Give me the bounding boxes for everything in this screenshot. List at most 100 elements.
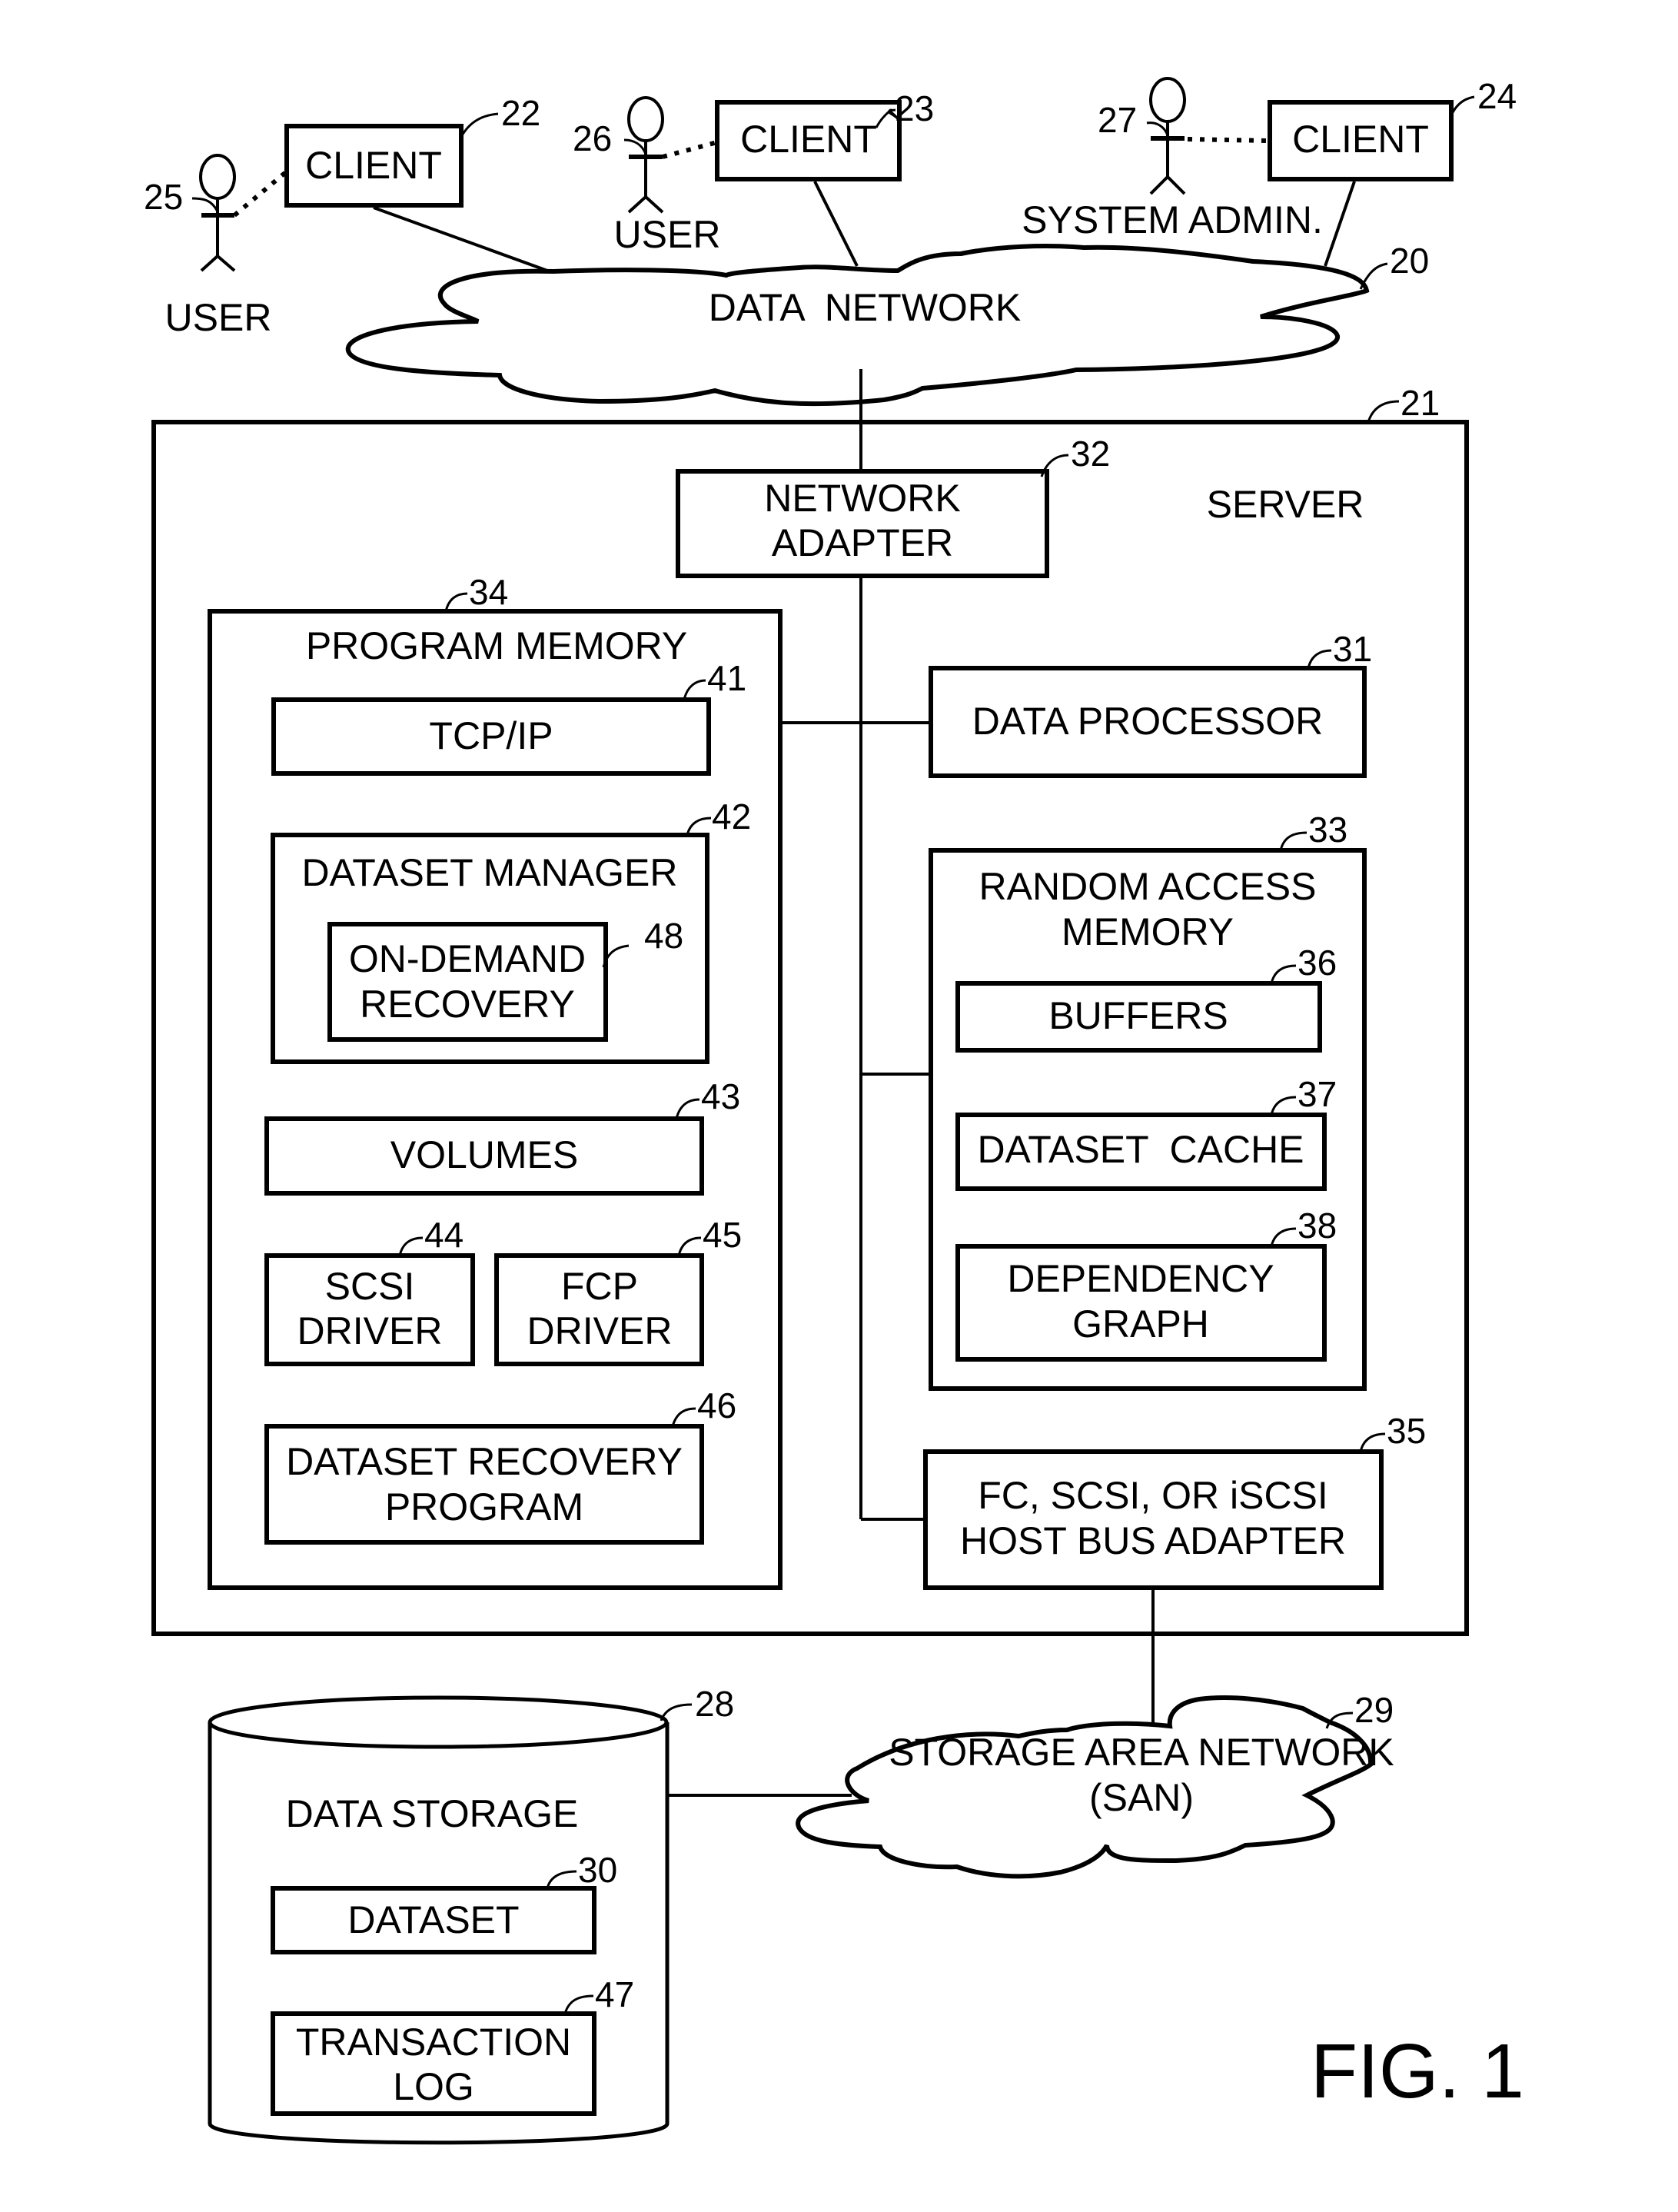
network-adapter-line-2: ADAPTER [772,521,953,564]
leader-line [623,138,647,155]
san-line-2: (SAN) [1089,1776,1194,1819]
client-24-network-link [1324,181,1356,267]
ref-number: 20 [1390,241,1429,281]
ref-number: 28 [695,1684,734,1724]
leader-line [563,1994,594,2014]
ram-line-1: RANDOM ACCESS [979,865,1317,908]
server-label: SERVER [1207,483,1364,526]
actor-label: SYSTEM ADMIN. [1022,198,1323,241]
figure-title: FIG. 1 [1311,2028,1524,2114]
leader-line [1450,95,1475,116]
fcp-driver-line-2: DRIVER [527,1309,673,1352]
data-storage-label: DATA STORAGE [286,1792,579,1835]
dataset-30: DATASET 30 [271,1850,617,1954]
leader-line [1359,1432,1386,1452]
program-memory-34: PROGRAM MEMORY 34 TCP/IP 41 DATASET MANA… [208,572,783,1590]
dependency-graph-line-1: DEPENDENCY [1007,1257,1274,1300]
buffers-label: BUFFERS [1048,994,1228,1037]
actor-legs [200,254,236,272]
actor-head [199,154,236,200]
actor-label: USER [614,213,721,256]
network-adapter-line-1: NETWORK [764,477,961,520]
ref-number: 31 [1333,629,1372,669]
network-adapter-32: NETWORK ADAPTER 32 [676,434,1110,578]
leader-line [444,592,468,612]
actor-head [1149,77,1186,123]
host-bus-adapter-line-2: HOST BUS ADAPTER [960,1519,1346,1562]
leader-line [1279,831,1308,851]
ref-number: 45 [703,1215,742,1255]
client-22-network-link [373,206,548,272]
data-storage-28: DATA STORAGE 28 DATASET 30 TRANSACTION L… [208,1684,734,2145]
dependency-graph-line-2: GRAPH [1072,1302,1209,1345]
actor-label: USER [165,296,272,339]
actor-user-26: 26 USER [573,96,721,256]
leader-line [460,112,499,138]
ref-number: 26 [573,118,612,158]
leader-line [1307,649,1332,669]
system-diagram: DATA NETWORK 20 CLIENT 22 CLIENT 23 CLIE… [144,76,1524,2145]
san-cloud-shape [796,1695,1374,1879]
ram-line-2: MEMORY [1062,910,1234,953]
program-memory-label: PROGRAM MEMORY [306,624,687,667]
leader-line [191,197,219,212]
dataset-recovery-program-line-2: PROGRAM [385,1485,583,1528]
actor-client-link [1187,137,1269,143]
client-23-network-link [813,181,859,267]
ref-number: 41 [707,658,746,698]
transaction-log-line-1: TRANSACTION [296,2021,571,2064]
actor-head [627,96,664,142]
client-label: CLIENT [305,144,442,187]
fcp-driver-line-1: FCP [561,1265,638,1308]
ref-number: 32 [1071,434,1110,474]
data-processor-label: DATA PROCESSOR [972,700,1324,743]
cylinder-top [208,1695,669,1749]
client-23[interactable]: CLIENT 23 [715,88,934,181]
scsi-driver-line-1: SCSI [325,1265,415,1308]
san-line-1: STORAGE AREA NETWORK [889,1731,1394,1774]
ref-number: 29 [1354,1690,1394,1730]
ref-number: 37 [1298,1074,1337,1114]
on-demand-recovery-line-1: ON-DEMAND [349,937,586,980]
ref-number: 27 [1098,100,1137,140]
ref-number: 24 [1477,76,1517,116]
dataset-cache-label: DATASET CACHE [977,1128,1304,1171]
ref-number: 42 [712,797,751,837]
ref-number: 33 [1308,810,1347,850]
dataset-manager-label: DATASET MANAGER [302,851,678,894]
ref-number: 46 [697,1385,736,1425]
ref-number: 38 [1298,1206,1337,1246]
client-22[interactable]: CLIENT 22 [284,93,540,208]
tcpip-label: TCP/IP [429,714,553,757]
dataset-label: DATASET [347,1898,519,1941]
volumes-label: VOLUMES [390,1133,579,1176]
data-network-label: DATA NETWORK [709,286,1022,329]
san-cloud: STORAGE AREA NETWORK (SAN) 29 [796,1690,1394,1879]
ref-number: 47 [595,1974,634,2014]
leader-line [1367,400,1400,423]
client-label: CLIENT [1292,118,1429,161]
client-label: CLIENT [740,118,877,161]
dataset-recovery-program-line-1: DATASET RECOVERY [286,1440,683,1483]
transaction-log-line-2: LOG [393,2065,474,2108]
ref-number: 30 [578,1850,617,1890]
scsi-driver-line-2: DRIVER [297,1309,443,1352]
ref-number: 36 [1298,943,1337,983]
leader-line [1146,121,1169,136]
ref-number: 22 [501,93,540,133]
actor-legs [627,195,664,214]
leader-line [546,1870,577,1889]
data-network-cloud: DATA NETWORK 20 [345,241,1429,407]
client-24[interactable]: CLIENT 24 [1268,76,1517,181]
ref-number: 44 [424,1215,464,1255]
host-bus-adapter-line-1: FC, SCSI, OR iSCSI [978,1474,1328,1517]
transaction-log-47: TRANSACTION LOG 47 [271,1974,634,2116]
ref-number: 25 [144,177,183,217]
dataset-manager-42: DATASET MANAGER 42 ON-DEMAND RECOVERY 48 [271,797,751,1064]
on-demand-recovery-line-2: RECOVERY [360,983,575,1026]
ref-number: 48 [644,916,683,956]
ref-number: 23 [895,88,934,128]
host-bus-adapter-35: FC, SCSI, OR iSCSI HOST BUS ADAPTER 35 [923,1411,1426,1590]
actor-legs [1149,175,1186,195]
actor-client-link [662,140,718,159]
